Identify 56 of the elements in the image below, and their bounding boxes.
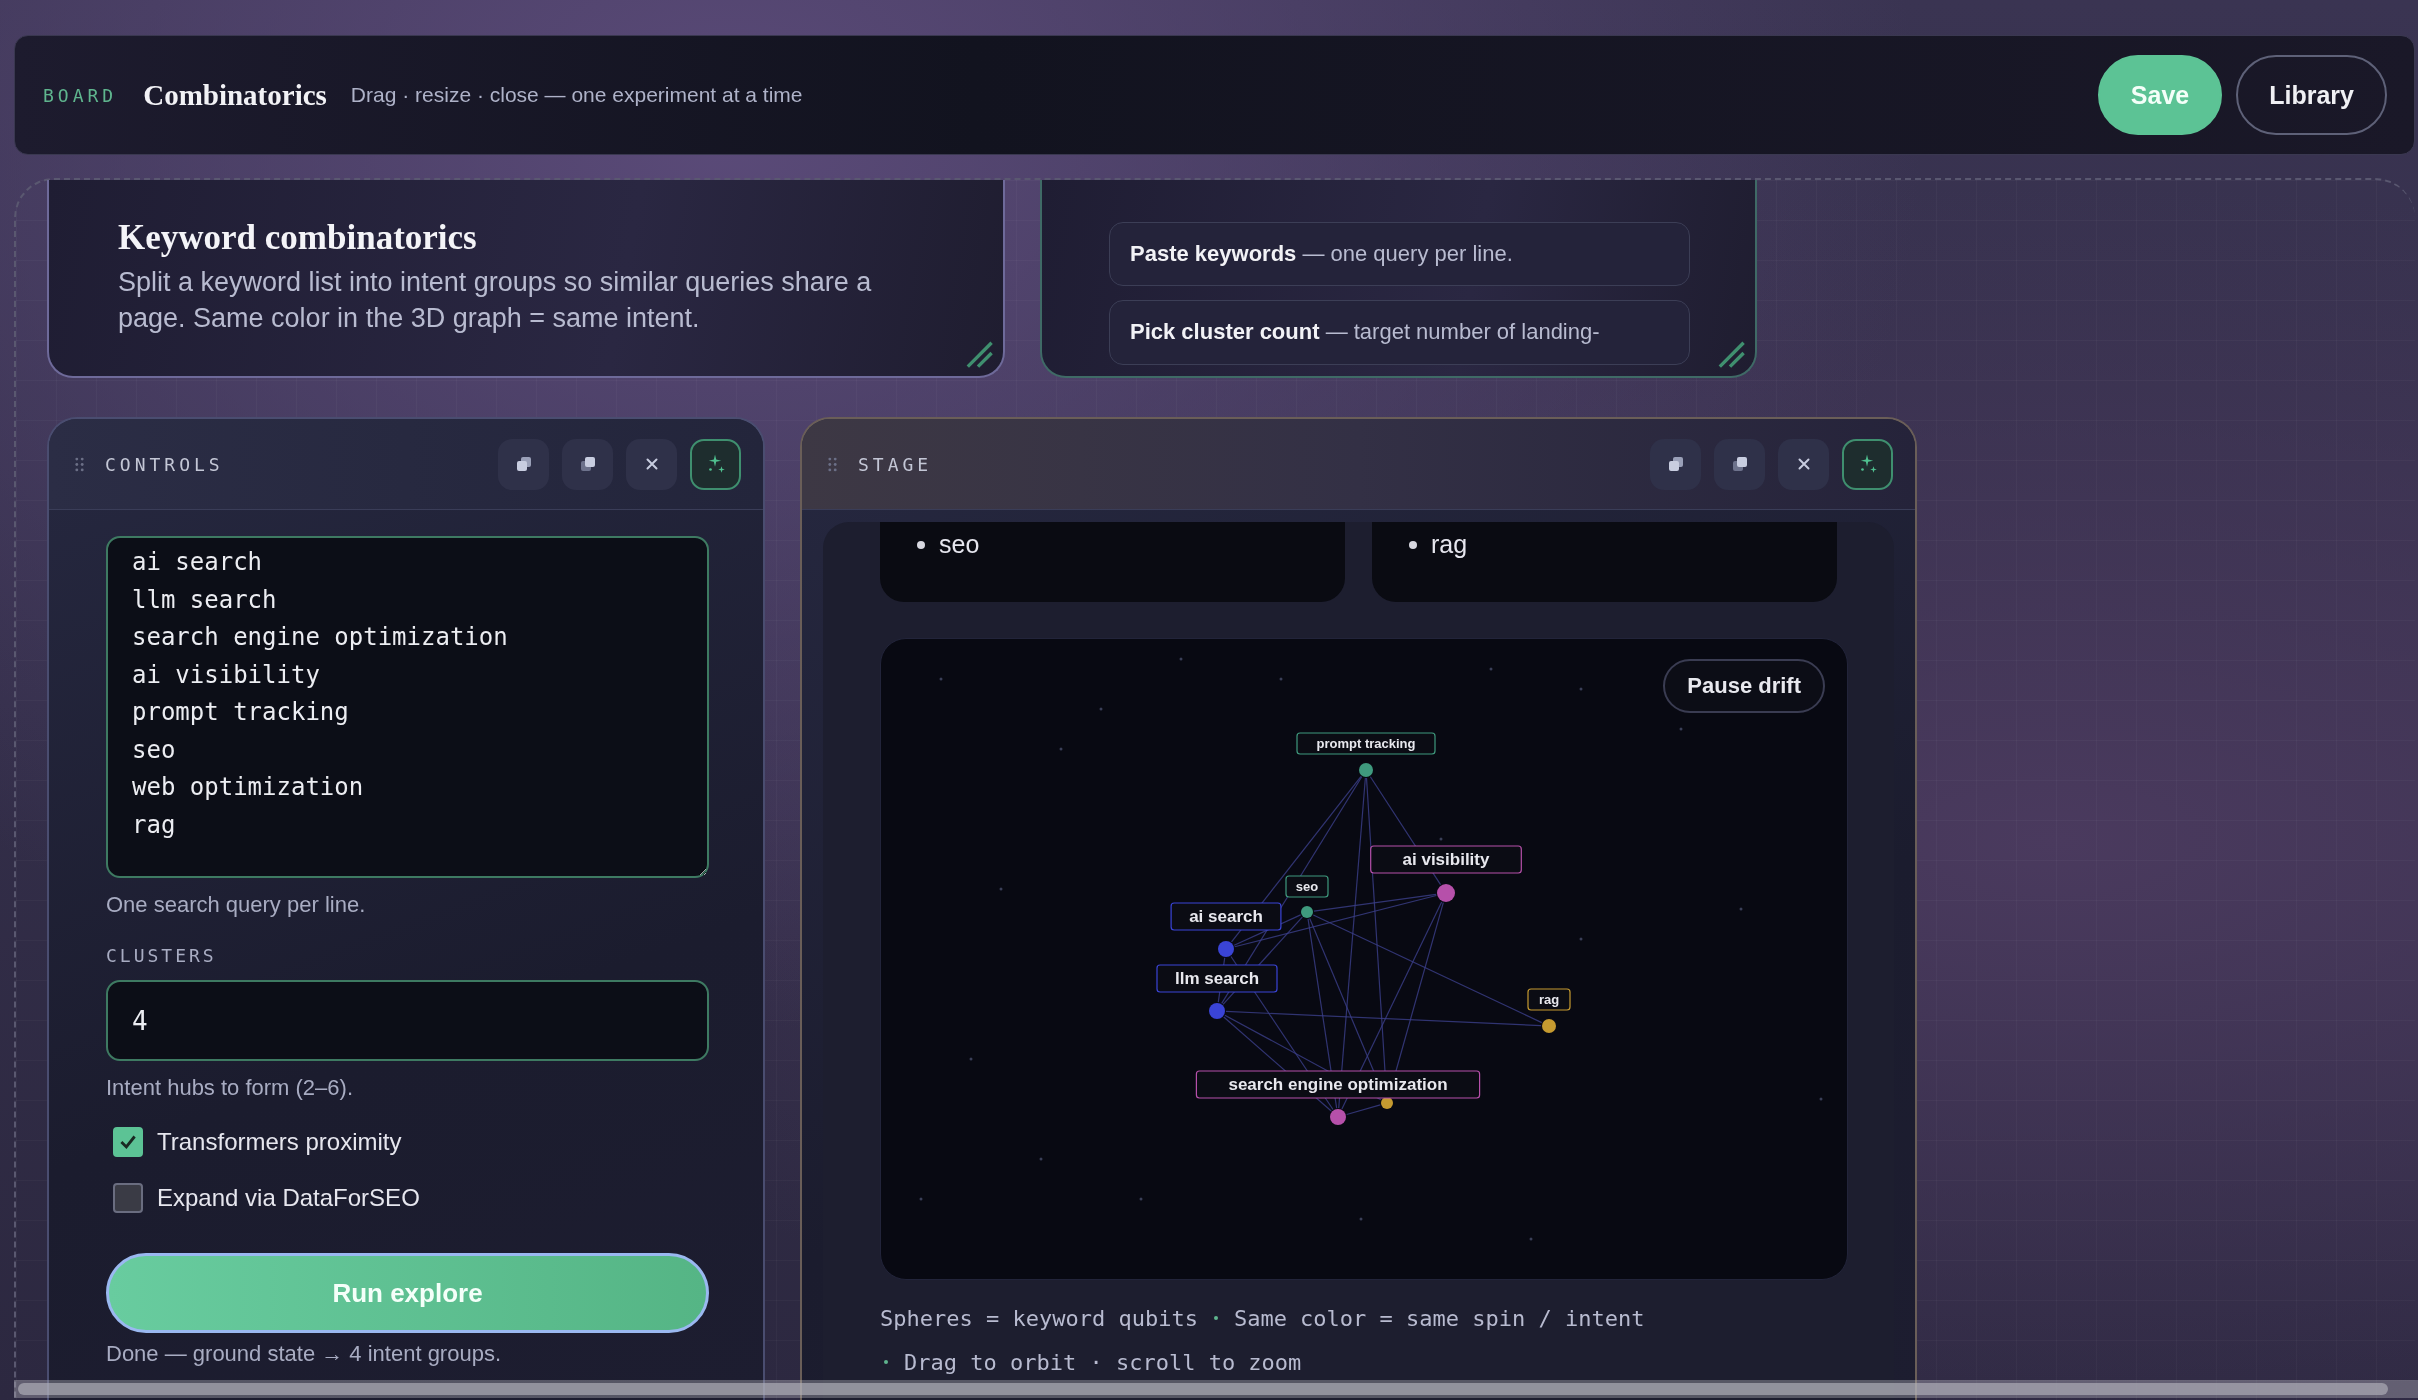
panel-title: CONTROLS bbox=[105, 453, 224, 475]
node-label: prompt tracking bbox=[1296, 732, 1436, 755]
node-label: seo bbox=[1285, 875, 1329, 898]
send-back-button[interactable] bbox=[1650, 438, 1701, 490]
library-button[interactable]: Library bbox=[2236, 55, 2387, 135]
cluster-keyword: seo bbox=[939, 530, 980, 559]
bullet-icon bbox=[1409, 540, 1417, 549]
node-sphere[interactable] bbox=[1330, 1109, 1346, 1125]
node-label: rag bbox=[1527, 988, 1571, 1011]
intro-title: Keyword combinatorics bbox=[118, 218, 478, 258]
caption-text: Spheres = keyword qubits bbox=[880, 1305, 1198, 1331]
caption-text: Same color = same spin / intent bbox=[1233, 1305, 1645, 1331]
close-button[interactable] bbox=[1778, 438, 1829, 490]
drag-handle-icon[interactable] bbox=[828, 456, 837, 472]
node-label: llm search bbox=[1156, 964, 1278, 993]
node-label: search engine optimization bbox=[1195, 1070, 1481, 1099]
graph-canvas[interactable]: prompt tracking ai visibility seo ai search llm search rag search engine optimization Pause drift bbox=[880, 638, 1848, 1280]
node-label: ai search bbox=[1170, 902, 1282, 931]
bring-front-button[interactable] bbox=[1714, 438, 1765, 490]
bullet-icon bbox=[917, 540, 925, 549]
checkbox[interactable] bbox=[113, 1127, 143, 1157]
panel-title: STAGE bbox=[858, 453, 933, 475]
dot-separator-icon bbox=[884, 1360, 888, 1364]
horizontal-scrollbar[interactable] bbox=[14, 1380, 2418, 1398]
option-label: Transformers proximity bbox=[157, 1128, 402, 1156]
clusters-label: CLUSTERS bbox=[106, 945, 218, 966]
sparkle-button[interactable] bbox=[690, 438, 741, 490]
step-item: Paste keywords — one query per line. bbox=[1109, 222, 1690, 287]
node-sphere[interactable] bbox=[1437, 884, 1455, 902]
keywords-field[interactable]: ai search llm search search engine optimization ai visibility prompt tracking seo web optimization rag bbox=[106, 536, 709, 878]
close-button[interactable] bbox=[626, 438, 677, 490]
intro-text: Split a keyword list into intent groups so similar queries share a page. Same color in the 3D graph = same intent. bbox=[118, 266, 873, 335]
caption-text: Drag to orbit · scroll to zoom bbox=[904, 1349, 1302, 1375]
step-item: Pick cluster count — target number of landing- bbox=[1109, 300, 1690, 365]
dot-separator-icon bbox=[1213, 1316, 1218, 1320]
node-sphere[interactable] bbox=[1359, 763, 1373, 777]
board-subtitle: Drag · resize · close — one experiment at a time bbox=[350, 83, 803, 107]
board-title: Combinatorics bbox=[143, 78, 327, 112]
drag-handle-icon[interactable] bbox=[75, 456, 84, 472]
keywords-hint: One search query per line. bbox=[106, 892, 367, 918]
status-text: Done — ground state → 4 intent groups. bbox=[106, 1341, 502, 1367]
board-eyebrow: BOARD bbox=[43, 84, 118, 106]
clusters-field[interactable]: 4 bbox=[106, 980, 709, 1061]
bring-front-button[interactable] bbox=[562, 438, 613, 490]
node-sphere[interactable] bbox=[1542, 1019, 1556, 1033]
node-sphere[interactable] bbox=[1301, 906, 1313, 918]
sparkle-button[interactable] bbox=[1842, 438, 1893, 490]
checkbox[interactable] bbox=[113, 1183, 143, 1213]
pause-drift-button[interactable]: Pause drift bbox=[1663, 659, 1825, 713]
node-sphere[interactable] bbox=[1218, 941, 1234, 957]
node-label: ai visibility bbox=[1370, 845, 1522, 874]
clusters-hint: Intent hubs to form (2–6). bbox=[106, 1075, 355, 1101]
option-label: Expand via DataForSEO bbox=[157, 1184, 420, 1212]
node-sphere[interactable] bbox=[1209, 1003, 1225, 1019]
cluster-keyword: rag bbox=[1431, 530, 1468, 559]
send-back-button[interactable] bbox=[498, 438, 549, 490]
